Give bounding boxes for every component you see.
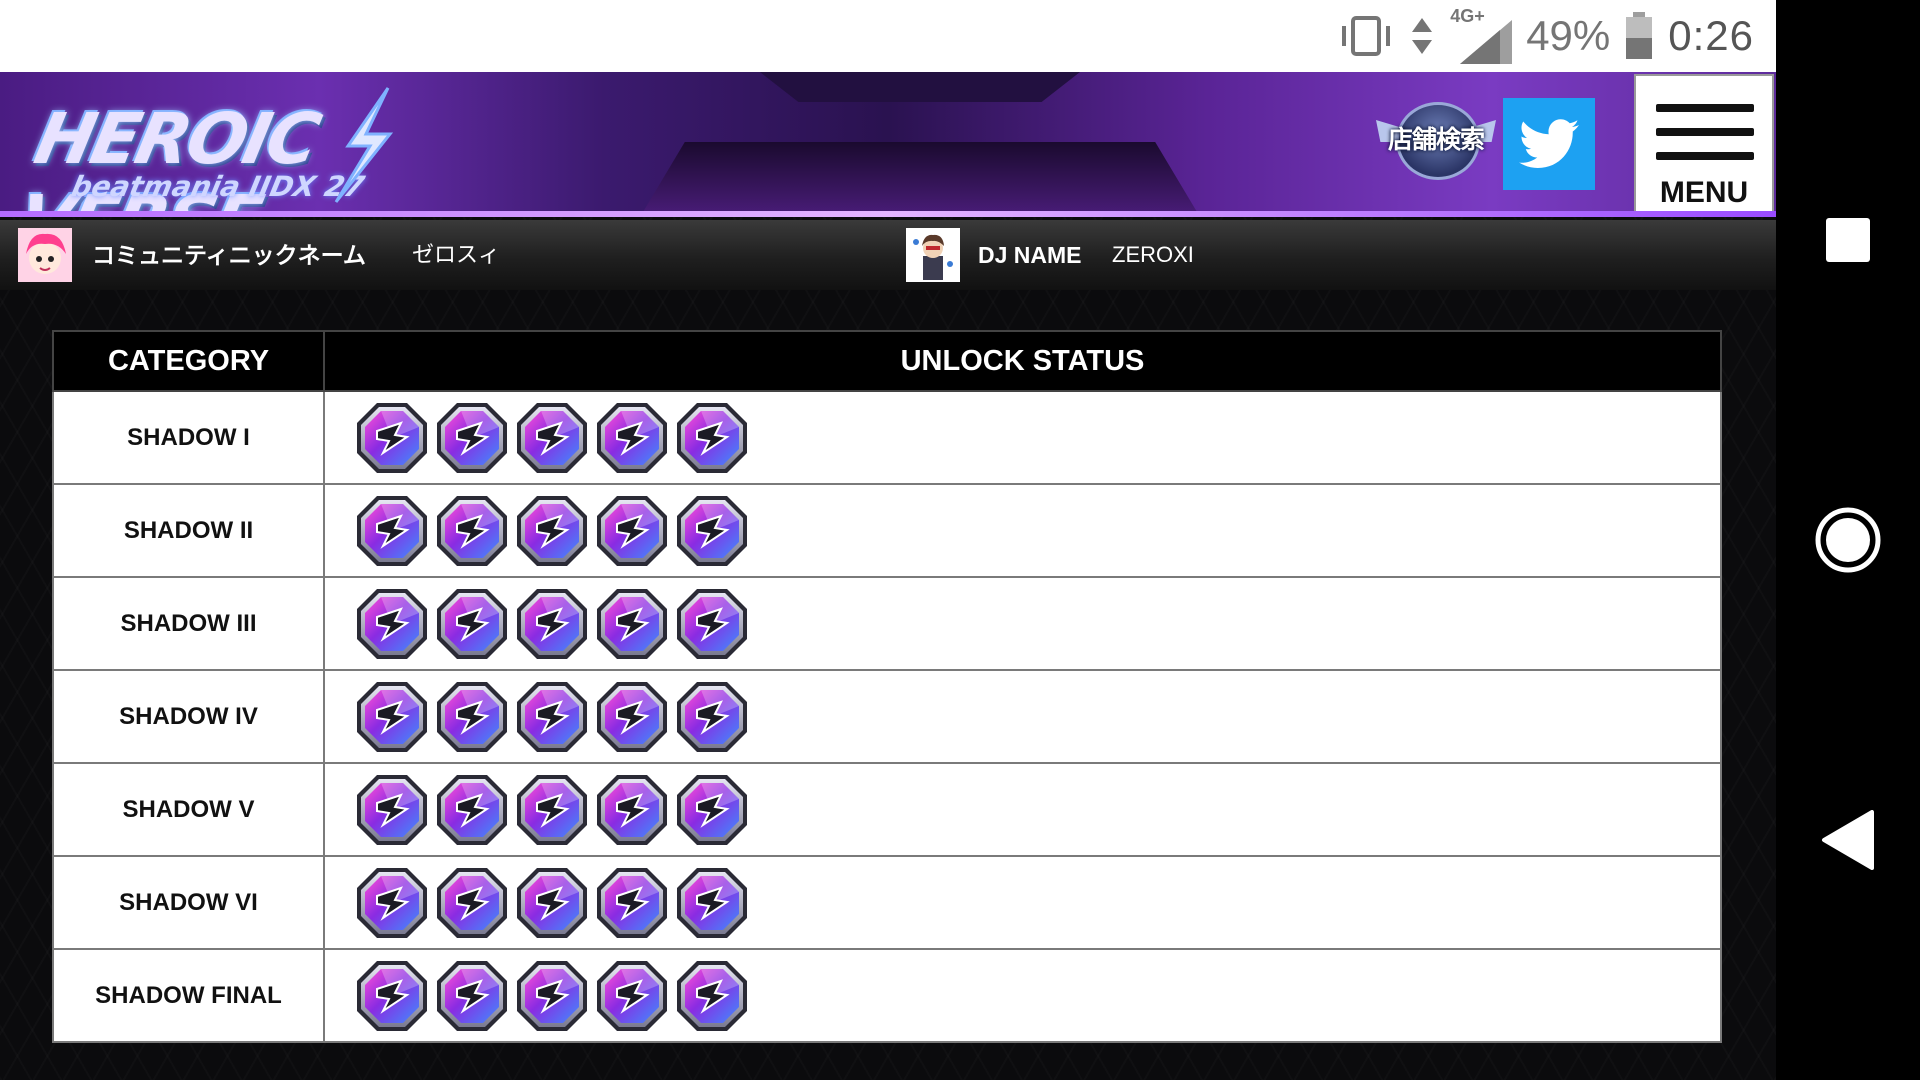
banner-background-ceiling xyxy=(760,72,1080,102)
status-bar: 4G+ 49% 0:26 xyxy=(0,0,1776,72)
dj-name-value: ZEROXI xyxy=(1112,242,1194,267)
sr-gem-icon xyxy=(355,494,429,568)
home-circle-icon xyxy=(1815,507,1881,573)
category-cell: SHADOW VI xyxy=(52,855,325,950)
sr-gem-icon xyxy=(675,587,749,661)
header-banner: HEROIC VERSE beatmania IIDX 27 店舗検索 MENU xyxy=(0,72,1776,217)
back-button[interactable] xyxy=(1776,800,1920,880)
unlock-status-cell xyxy=(323,669,1722,764)
table-header-row: CATEGORY UNLOCK STATUS xyxy=(52,330,1722,392)
battery-icon xyxy=(1626,12,1653,59)
clock: 0:26 xyxy=(1668,12,1754,59)
signal-icon xyxy=(1460,20,1513,64)
unlock-status-table: CATEGORY UNLOCK STATUS SHADOW I SHADOW I… xyxy=(52,330,1722,1043)
unlock-status-cell xyxy=(323,576,1722,671)
category-cell: SHADOW FINAL xyxy=(52,948,325,1043)
table-row: SHADOW IV xyxy=(52,669,1722,764)
sr-gem-icon xyxy=(435,680,509,754)
category-cell: SHADOW V xyxy=(52,762,325,857)
sr-gem-icon xyxy=(595,773,669,847)
sr-gem-icon xyxy=(515,680,589,754)
category-cell: SHADOW I xyxy=(52,390,325,485)
dj-avatar xyxy=(906,228,960,282)
recents-square-icon xyxy=(1826,218,1870,262)
sr-gem-icon xyxy=(595,401,669,475)
sr-gem-icon xyxy=(435,587,509,661)
community-avatar xyxy=(18,228,72,282)
unlock-status-cell xyxy=(323,762,1722,857)
user-info-bar: コミュニティニックネーム ゼロスィ DJ NAME ZEROXI xyxy=(0,220,1776,290)
table-row: SHADOW II xyxy=(52,483,1722,578)
sr-gem-icon xyxy=(435,401,509,475)
sr-gem-icon xyxy=(355,959,429,1033)
sr-gem-icon xyxy=(435,494,509,568)
back-triangle-icon xyxy=(1822,810,1874,870)
store-search-button[interactable]: 店舗検索 xyxy=(1376,98,1496,180)
recents-button[interactable] xyxy=(1776,210,1920,270)
unlock-status-cell xyxy=(323,483,1722,578)
community-nickname-label: コミュニティニックネーム xyxy=(92,242,366,268)
banner-background-corridor xyxy=(640,142,1200,217)
vibrate-icon xyxy=(1342,16,1391,56)
unlock-status-header: UNLOCK STATUS xyxy=(323,330,1722,392)
sr-gem-icon xyxy=(675,680,749,754)
hamburger-icon-bar xyxy=(1656,152,1754,160)
table-row: SHADOW VI xyxy=(52,855,1722,950)
sr-gem-icon xyxy=(595,959,669,1033)
sr-gem-icon xyxy=(515,866,589,940)
menu-button[interactable]: MENU xyxy=(1634,74,1774,214)
unlock-status-cell xyxy=(323,390,1722,485)
web-page: HEROIC VERSE beatmania IIDX 27 店舗検索 MENU xyxy=(0,72,1776,1080)
unlock-status-cell xyxy=(323,855,1722,950)
table-body: SHADOW I SHADOW II SHADOW III SHADOW IV … xyxy=(52,390,1722,1043)
sr-gem-icon xyxy=(595,866,669,940)
sr-gem-icon xyxy=(595,587,669,661)
heroic-verse-logo[interactable]: HEROIC VERSE beatmania IIDX 27 xyxy=(11,84,428,217)
android-nav-bar xyxy=(1776,0,1920,1080)
community-nickname-value: ゼロスィ xyxy=(412,242,501,267)
category-cell: SHADOW IV xyxy=(52,669,325,764)
lightning-icon xyxy=(334,87,394,203)
sr-gem-icon xyxy=(515,401,589,475)
twitter-button[interactable] xyxy=(1503,98,1595,190)
sr-gem-icon xyxy=(675,494,749,568)
sr-gem-icon xyxy=(675,401,749,475)
sr-gem-icon xyxy=(675,773,749,847)
sr-gem-icon xyxy=(435,959,509,1033)
sr-gem-icon xyxy=(355,401,429,475)
twitter-bird-icon xyxy=(1519,119,1579,168)
dj-name-label: DJ NAME xyxy=(978,242,1082,268)
store-search-label: 店舗検索 xyxy=(1387,126,1485,154)
sr-gem-icon xyxy=(595,494,669,568)
category-cell: SHADOW II xyxy=(52,483,325,578)
sr-gem-icon xyxy=(595,680,669,754)
home-button[interactable] xyxy=(1776,500,1920,580)
sr-gem-icon xyxy=(515,494,589,568)
sr-gem-icon xyxy=(675,959,749,1033)
category-cell: SHADOW III xyxy=(52,576,325,671)
hamburger-icon-bar xyxy=(1656,128,1754,136)
hamburger-icon xyxy=(1656,104,1754,112)
sr-gem-icon xyxy=(435,773,509,847)
sr-gem-icon xyxy=(515,959,589,1033)
sr-gem-icon xyxy=(435,866,509,940)
table-row: SHADOW V xyxy=(52,762,1722,857)
banner-glow-line xyxy=(0,211,1776,217)
sr-gem-icon xyxy=(515,587,589,661)
battery-percent: 49% xyxy=(1526,12,1611,59)
sr-gem-icon xyxy=(515,773,589,847)
sr-gem-icon xyxy=(355,680,429,754)
unlock-status-cell xyxy=(323,948,1722,1043)
sr-gem-icon xyxy=(355,773,429,847)
data-arrows-icon xyxy=(1412,18,1433,54)
table-row: SHADOW I xyxy=(52,390,1722,485)
sr-gem-icon xyxy=(675,866,749,940)
sr-gem-icon xyxy=(355,866,429,940)
menu-label: MENU xyxy=(1659,176,1749,209)
table-row: SHADOW III xyxy=(52,576,1722,671)
table-row: SHADOW FINAL xyxy=(52,948,1722,1043)
sr-gem-icon xyxy=(355,587,429,661)
category-header: CATEGORY xyxy=(52,330,325,392)
